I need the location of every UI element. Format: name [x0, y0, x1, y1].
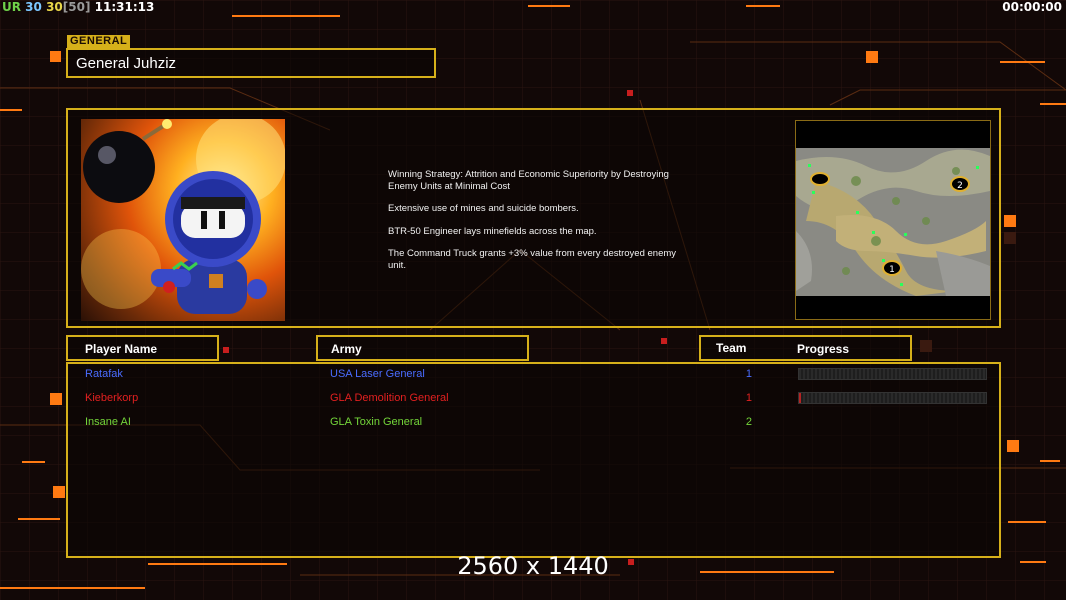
player-list: Ratafak USA Laser General 1 Kieberkorp G… [66, 362, 1001, 558]
map-slot-1: 1 [889, 265, 895, 275]
player-name: Insane AI [85, 416, 131, 428]
description-mines: Extensive use of mines and suicide bombe… [388, 203, 579, 214]
hud-value-3: [50] [62, 0, 91, 14]
hud-ur-label: UR [2, 0, 21, 14]
player-row-3: Insane AI GLA Toxin General 2 [68, 412, 999, 432]
description-btr50: BTR-50 Engineer lays minefields across t… [388, 225, 597, 237]
player-army: GLA Toxin General [330, 416, 423, 428]
player-army: GLA Demolition General [330, 392, 449, 404]
player-name: Kieberkorp [85, 392, 139, 404]
map-slot-2: 2 [957, 181, 963, 191]
general-description: Winning Strategy: Attrition and Economic… [388, 169, 708, 282]
header-army-label: Army [331, 342, 362, 356]
header-player-name: Player Name [66, 335, 219, 361]
resolution-label: 2560 x 1440 [457, 552, 609, 580]
player-progress-bar [798, 368, 987, 380]
hud-stats: UR 30 30[50] 11:31:13 [2, 0, 154, 14]
hud-timer: 00:00:00 [1002, 0, 1062, 14]
hud-clock: 11:31:13 [94, 0, 155, 14]
player-progress-bar [798, 392, 987, 404]
minimap-icon: 2 1 [795, 120, 991, 320]
header-progress-label: Progress [797, 342, 850, 356]
player-team: 1 [745, 392, 752, 404]
description-command-truck: The Command Truck grants +3% value from … [388, 248, 677, 271]
hud-value-2: 30 [46, 0, 63, 14]
player-row-2: Kieberkorp GLA Demolition General 1 [68, 388, 999, 408]
hud-value-1: 30 [25, 0, 42, 14]
player-army: USA Laser General [330, 368, 425, 380]
player-name: Ratafak [85, 368, 123, 380]
progress-fill [799, 393, 802, 403]
general-name: General Juhziz [76, 55, 177, 72]
bomber-portrait-icon [81, 119, 285, 321]
header-team-label: Team [716, 341, 747, 355]
header-player-label: Player Name [85, 342, 158, 356]
player-team: 1 [745, 368, 752, 380]
general-info-panel: Winning Strategy: Attrition and Economic… [66, 108, 1001, 328]
general-tab-label: GENERAL [67, 35, 131, 48]
header-team-progress: Team Progress [699, 335, 912, 361]
header-army: Army [316, 335, 529, 361]
general-title-box: General Juhziz [66, 48, 436, 78]
player-row-1: Ratafak USA Laser General 1 [68, 364, 999, 384]
player-team: 2 [745, 416, 752, 428]
description-strategy: Winning Strategy: Attrition and Economic… [388, 169, 669, 192]
